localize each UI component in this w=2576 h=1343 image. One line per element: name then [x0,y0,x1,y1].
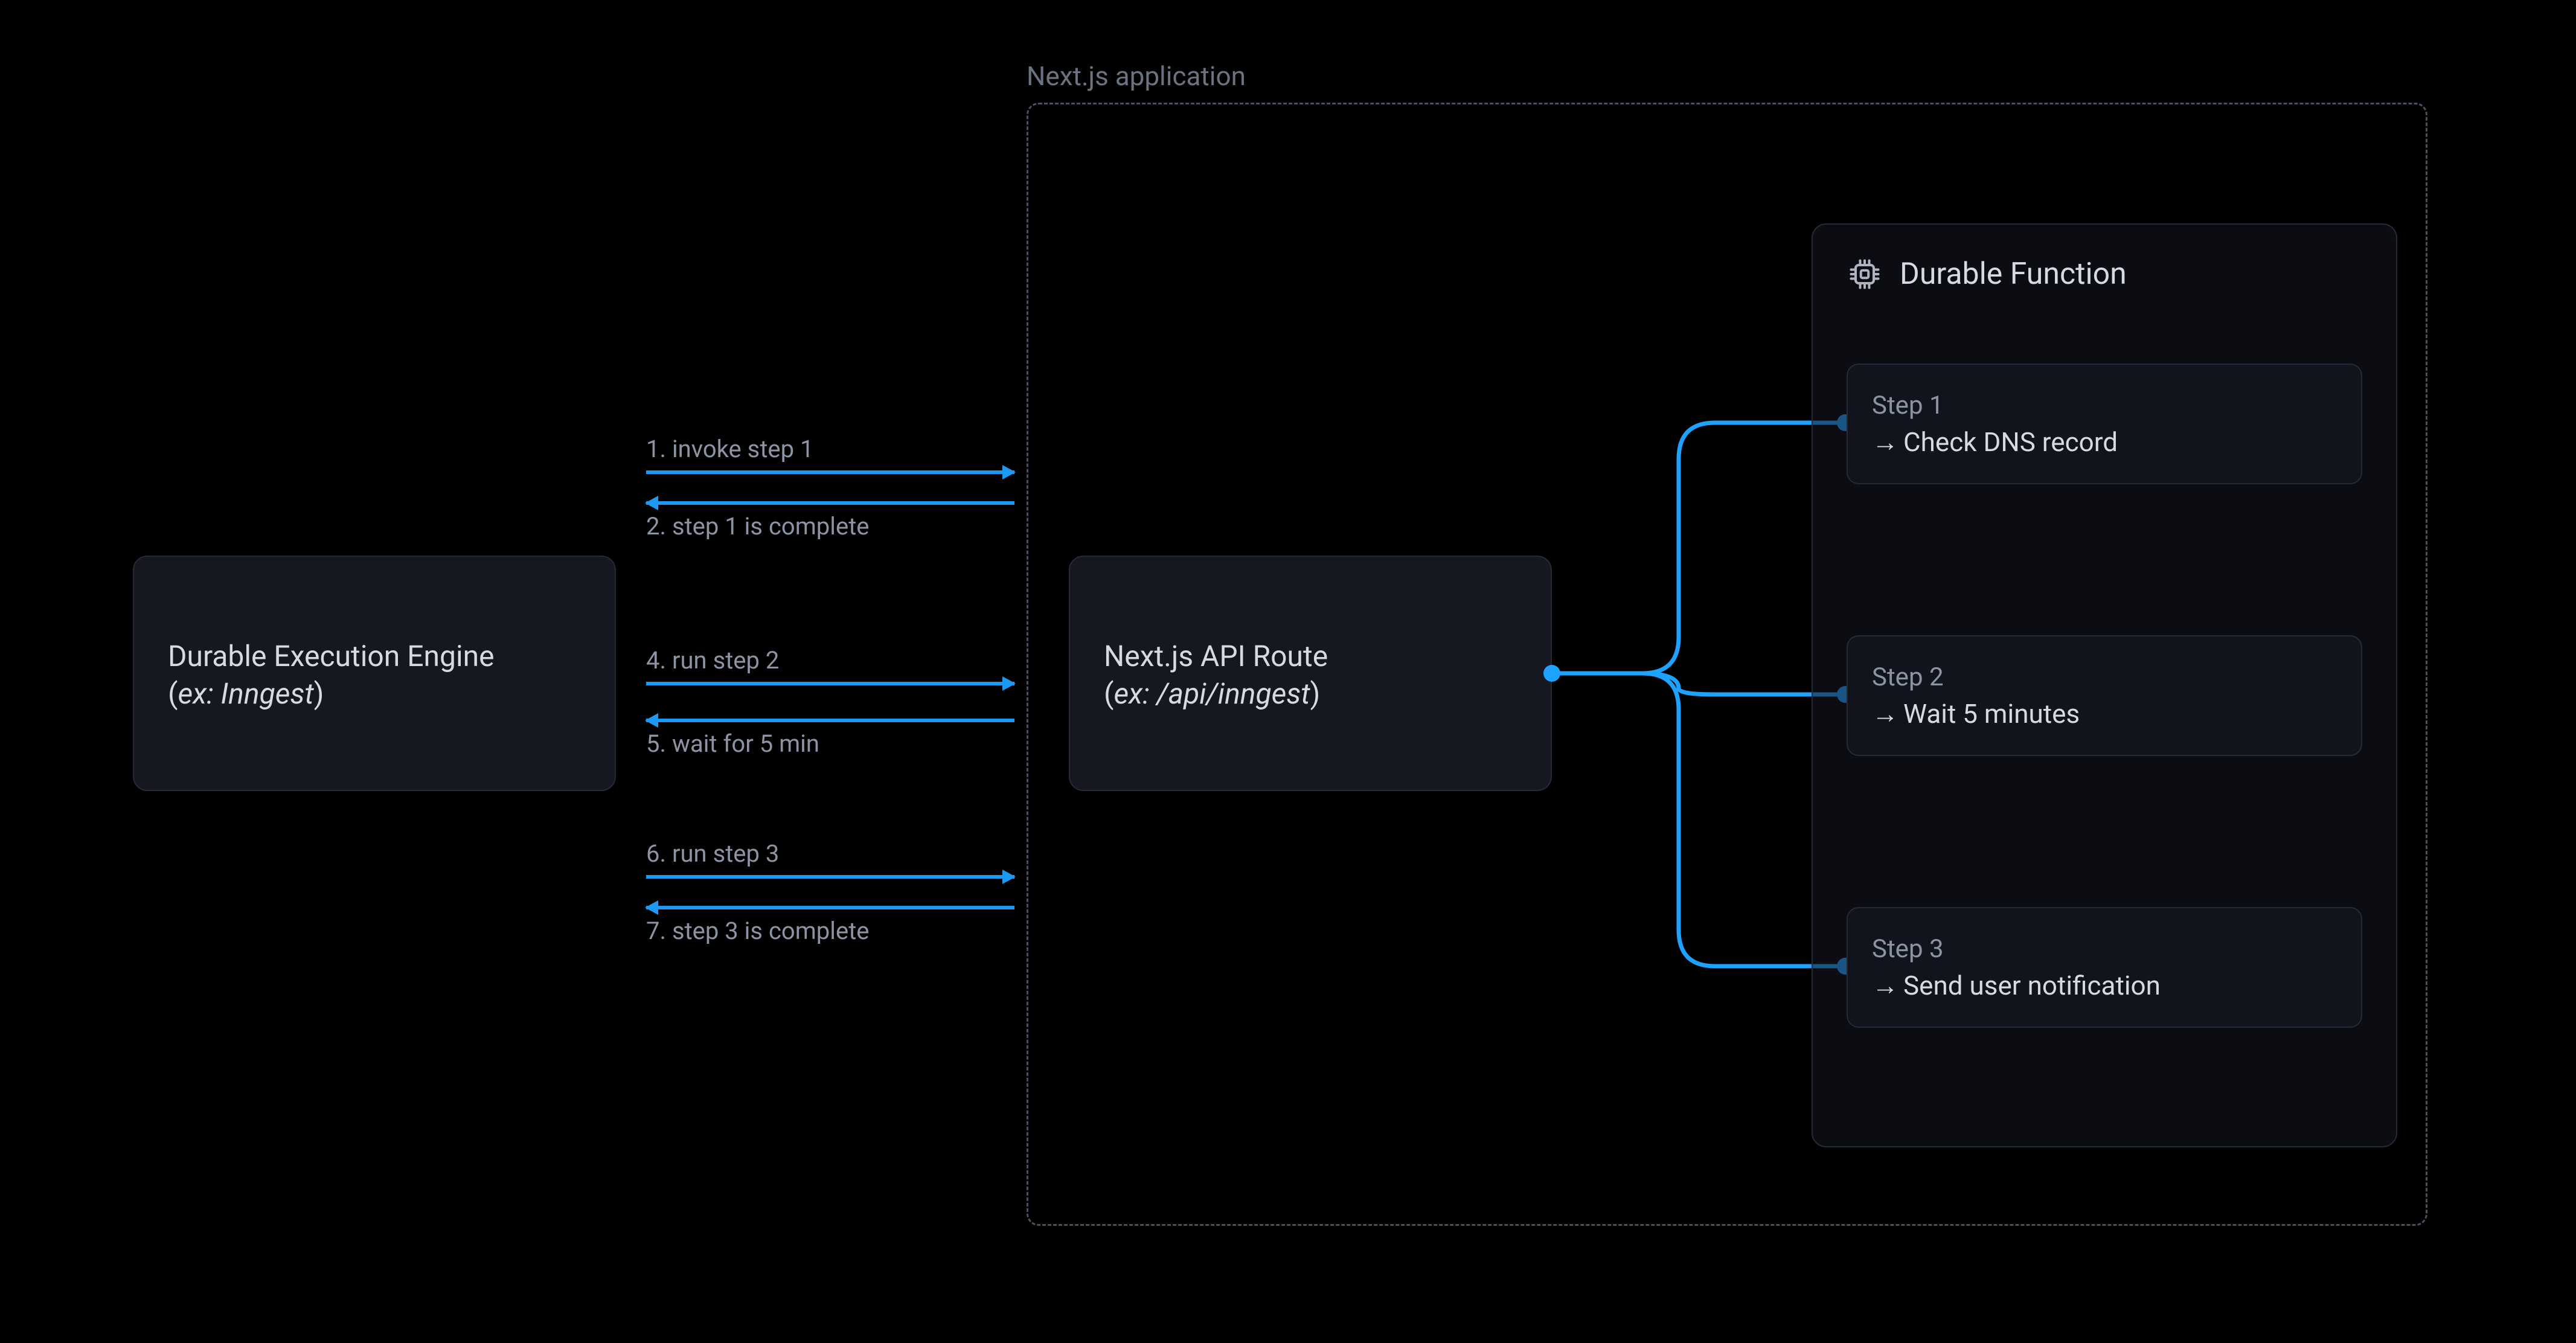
message-row-1: 1. invoke step 1 [646,435,1014,474]
step-card-1: Step 1 →Check DNS record [1847,364,2362,484]
step-card-2: Step 2 →Wait 5 minutes [1847,635,2362,756]
cpu-icon [1847,256,1883,292]
engine-title: Durable Execution Engine [168,636,581,676]
message-label-3: 4. run step 2 [646,646,1014,675]
engine-subtitle: (ex: Inngest) [168,676,581,711]
engine-box: Durable Execution Engine (ex: Inngest) [133,556,616,791]
step-3-title: Step 3 [1872,934,2337,964]
arrow-right-icon [646,875,1014,879]
engine-example-suffix: ) [314,676,324,711]
api-example-prefix: ( [1104,676,1113,711]
arrow-left-icon [646,719,1014,722]
message-label-6: 7. step 3 is complete [646,917,1014,945]
arrow-glyph: → [1872,970,1898,1001]
durable-function-box: Durable Function Step 1 →Check DNS recor… [1812,223,2397,1147]
arrow-right-icon [646,682,1014,685]
step-2-body-text: Wait 5 minutes [1903,698,2080,729]
step-card-3: Step 3 →Send user notification [1847,907,2362,1028]
step-2-title: Step 2 [1872,662,2337,692]
step-2-body: →Wait 5 minutes [1872,698,2337,729]
durable-function-title: Durable Function [1900,257,2127,292]
api-route-title: Next.js API Route [1104,636,1517,676]
step-3-body-text: Send user notification [1903,970,2161,1001]
api-example-suffix: ) [1310,676,1321,711]
step-1-body: →Check DNS record [1872,426,2337,458]
message-row-5: 6. run step 3 [646,839,1014,879]
arrow-left-icon [646,501,1014,505]
app-container-label: Next.js application [1027,60,1246,92]
message-label-2: 2. step 1 is complete [646,512,1014,540]
api-example: ex: /api/inngest [1113,676,1310,711]
arrow-glyph: → [1872,426,1898,458]
message-row-3: 4. run step 2 [646,646,1014,685]
step-1-title: Step 1 [1872,391,2337,420]
engine-example-prefix: ( [168,676,178,711]
message-label-5: 6. run step 3 [646,839,1014,868]
api-route-box: Next.js API Route (ex: /api/inngest) [1069,556,1552,791]
api-route-subtitle: (ex: /api/inngest) [1104,676,1517,711]
arrow-left-icon [646,906,1014,909]
message-row-2: 2. step 1 is complete [646,501,1014,540]
arrow-right-icon [646,470,1014,474]
message-row-4: 5. wait for 5 min [646,719,1014,758]
step-1-body-text: Check DNS record [1903,426,2118,458]
message-row-6: 7. step 3 is complete [646,906,1014,945]
diagram-stage: Durable Execution Engine (ex: Inngest) 1… [0,0,2576,1343]
step-3-body: →Send user notification [1872,970,2337,1001]
engine-example: ex: Inngest [178,676,313,711]
message-label-4: 5. wait for 5 min [646,729,1014,758]
connector-fanout [1552,223,1845,1147]
arrow-glyph: → [1872,698,1898,729]
durable-function-header: Durable Function [1847,256,2362,292]
message-label-1: 1. invoke step 1 [646,435,1014,463]
